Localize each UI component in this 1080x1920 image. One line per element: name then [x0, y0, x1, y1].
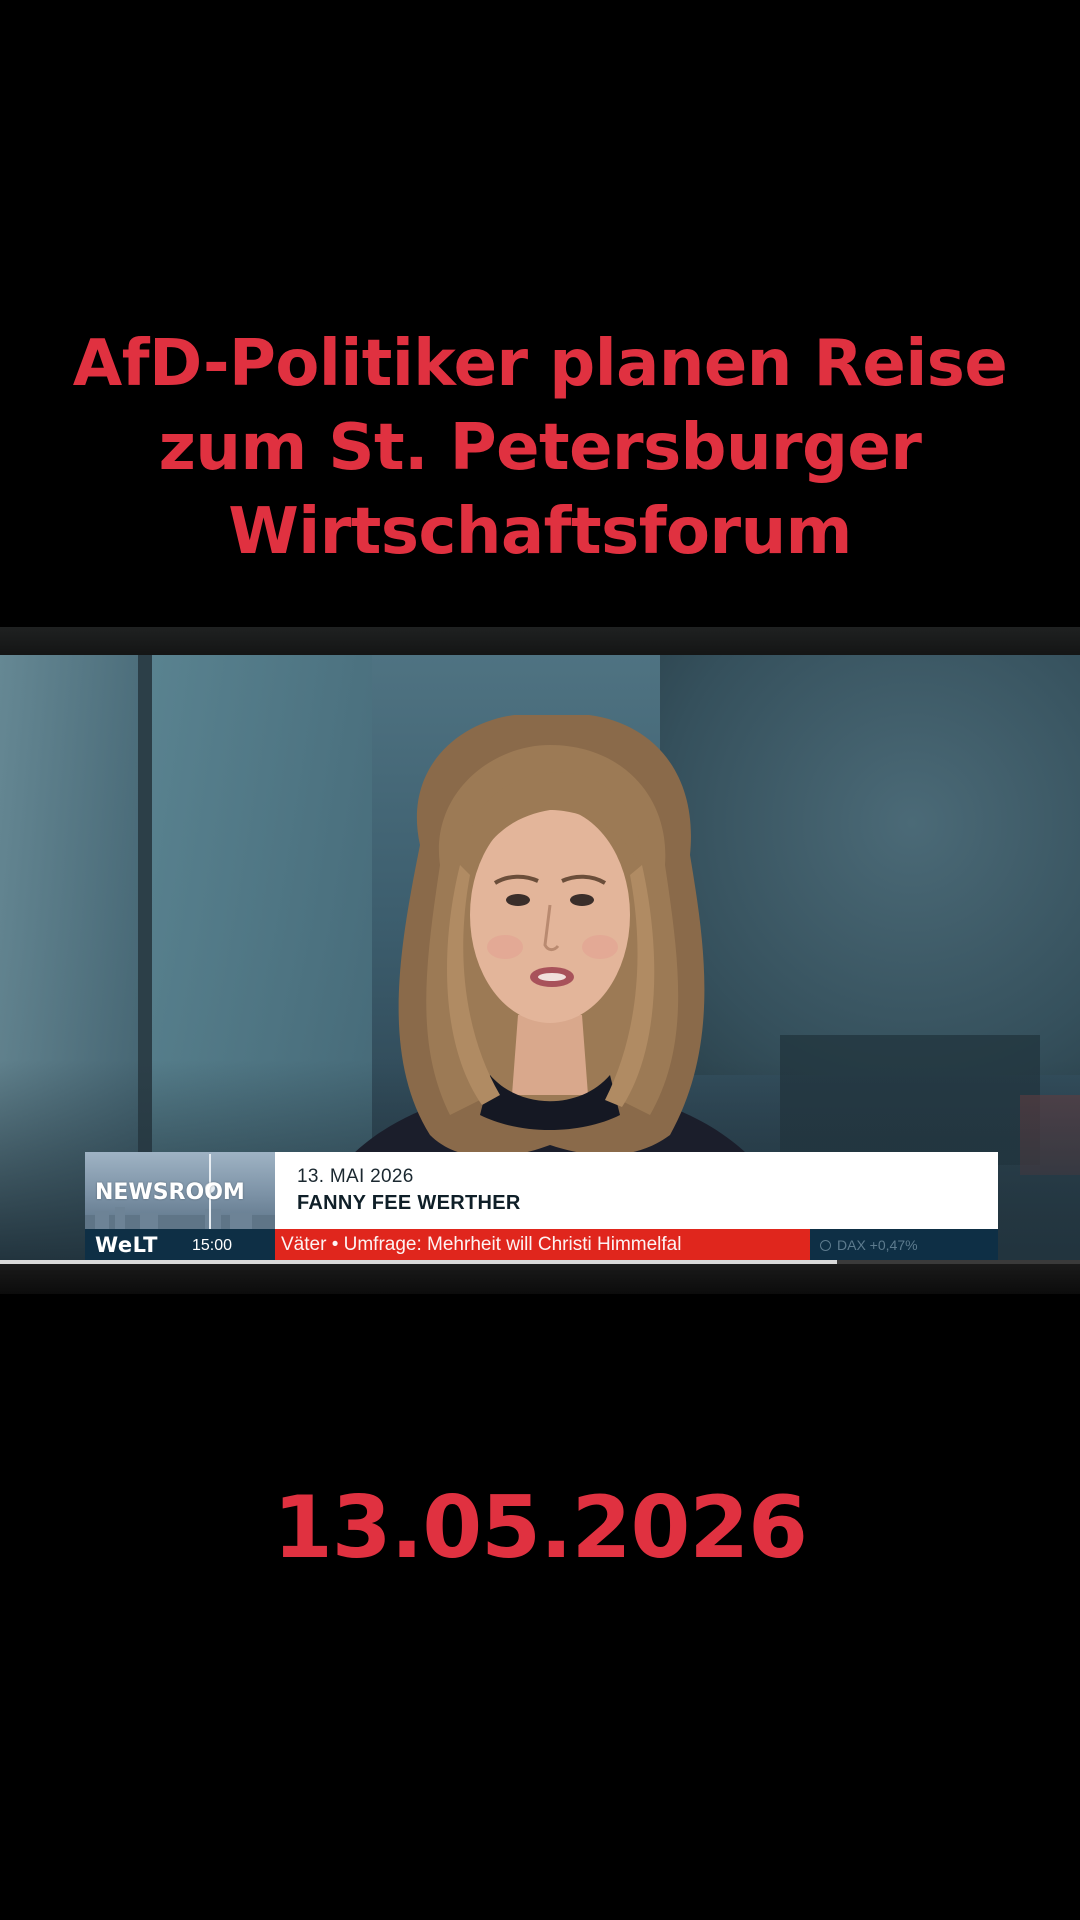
headline-line-3: Wirtschaftsforum — [228, 495, 852, 569]
news-lower-third: NEWSROOM 13. MAI 2026 FANNY FEE WERTHER … — [85, 1152, 998, 1260]
video-top-bar — [0, 627, 1080, 655]
market-ticker: DAX +0,47% — [820, 1237, 918, 1253]
lower-third-bottom-bar: WeLT 15:00 Väter • Umfrage: Mehrheit wil… — [85, 1229, 998, 1260]
headline-line-1: AfD-Politiker planen Reise — [72, 327, 1008, 401]
clock-icon — [820, 1240, 831, 1251]
newsroom-logo: NEWSROOM — [85, 1152, 275, 1229]
headline-line-2: zum St. Petersburger — [158, 411, 922, 485]
presenter-info-panel: 13. MAI 2026 FANNY FEE WERTHER — [275, 1152, 998, 1229]
video-headline: AfD-Politiker planen Reise zum St. Peter… — [40, 322, 1040, 574]
broadcast-date: 13. MAI 2026 — [297, 1166, 414, 1187]
date-caption: 13.05.2026 — [272, 1478, 808, 1578]
tv-tower-skyline-icon — [85, 1207, 275, 1229]
market-ticker-text: DAX +0,47% — [837, 1237, 918, 1253]
newsroom-label: NEWSROOM — [95, 1180, 245, 1205]
video-bottom-bar — [0, 1264, 1080, 1294]
broadcast-time: 15:00 — [192, 1237, 233, 1254]
news-ticker: Väter • Umfrage: Mehrheit will Christi H… — [275, 1229, 810, 1260]
video-player[interactable]: NEWSROOM 13. MAI 2026 FANNY FEE WERTHER … — [0, 627, 1080, 1294]
video-frame-content[interactable]: NEWSROOM 13. MAI 2026 FANNY FEE WERTHER … — [0, 655, 1080, 1260]
news-ticker-text: Väter • Umfrage: Mehrheit will Christi H… — [281, 1234, 682, 1255]
welt-logo: WeLT — [95, 1233, 158, 1257]
presenter-name: FANNY FEE WERTHER — [297, 1192, 521, 1214]
